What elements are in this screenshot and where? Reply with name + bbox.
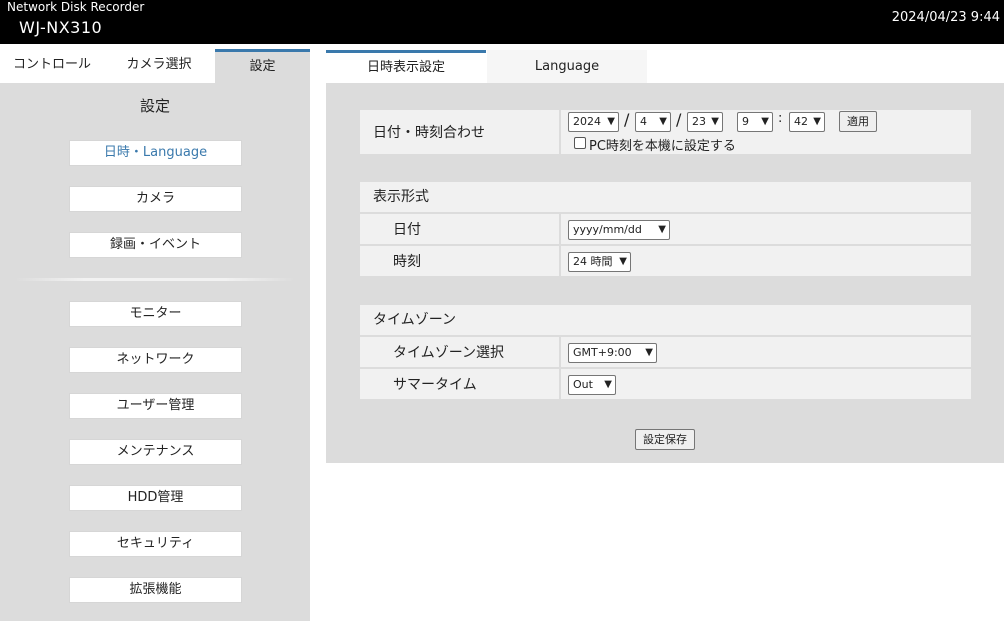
sidebar-item-maintenance[interactable]: メンテナンス — [69, 439, 242, 465]
apply-button[interactable]: 適用 — [839, 111, 877, 132]
date-format-value: yyyy/mm/dd — [573, 223, 642, 236]
chevron-down-icon: ▼ — [658, 224, 666, 235]
sidebar-item-extensions[interactable]: 拡張機能 — [69, 577, 242, 603]
settings-sidebar: 設定 日時・Language カメラ 録画・イベント モニター ネットワーク ユ… — [0, 83, 310, 621]
month-select[interactable]: 4 ▼ — [635, 112, 671, 132]
pc-time-label: PC時刻を本機に設定する — [589, 139, 736, 154]
sidebar-item-datetime-language[interactable]: 日時・Language — [69, 140, 242, 166]
datetime-adjust-row: 日付・時刻合わせ 2024 ▼ / 4 ▼ / 23 ▼ 9 ▼ : 42 ▼ … — [360, 110, 971, 154]
timezone-label: タイムゾーン選択 — [360, 337, 561, 367]
time-format-label: 時刻 — [360, 246, 561, 276]
pc-time-checkbox[interactable] — [574, 137, 586, 149]
model-name: WJ-NX310 — [19, 18, 103, 37]
sidebar-item-recording-event[interactable]: 録画・イベント — [69, 232, 242, 258]
tab-language[interactable]: Language — [487, 50, 647, 83]
dst-label: サマータイム — [360, 369, 561, 399]
tab-camera-select[interactable]: カメラ選択 — [104, 49, 214, 83]
sidebar-item-camera[interactable]: カメラ — [69, 186, 242, 212]
time-format-row: 時刻 24 時間 ▼ — [360, 246, 971, 276]
datetime-adjust-controls: 2024 ▼ / 4 ▼ / 23 ▼ 9 ▼ : 42 ▼ 適用 PC時刻を本… — [563, 110, 971, 154]
date-separator: / — [624, 110, 630, 129]
chevron-down-icon: ▼ — [711, 116, 719, 127]
chevron-down-icon: ▼ — [607, 116, 615, 127]
tab-settings[interactable]: 設定 — [215, 49, 310, 83]
chevron-down-icon: ▼ — [604, 379, 612, 390]
day-select[interactable]: 23 ▼ — [687, 112, 723, 132]
year-value: 2024 — [573, 115, 601, 128]
time-separator: : — [778, 111, 783, 126]
current-datetime: 2024/04/23 9:44 — [891, 10, 1000, 25]
time-format-value: 24 時間 — [573, 255, 613, 268]
chevron-down-icon: ▼ — [659, 116, 667, 127]
month-value: 4 — [640, 115, 647, 128]
sidebar-item-hdd-management[interactable]: HDD管理 — [69, 485, 242, 511]
main-tabs: コントロール カメラ選択 設定 — [0, 49, 310, 83]
datetime-adjust-label: 日付・時刻合わせ — [360, 110, 561, 154]
date-separator: / — [676, 110, 682, 129]
sidebar-divider — [15, 278, 295, 281]
tab-datetime-display[interactable]: 日時表示設定 — [326, 50, 486, 83]
dst-row: サマータイム Out ▼ — [360, 369, 971, 399]
product-subtitle: Network Disk Recorder — [7, 0, 145, 14]
timezone-value: GMT+9:00 — [573, 346, 632, 359]
year-select[interactable]: 2024 ▼ — [568, 112, 619, 132]
date-format-row: 日付 yyyy/mm/dd ▼ — [360, 214, 971, 244]
minute-select[interactable]: 42 ▼ — [789, 112, 825, 132]
hour-value: 9 — [742, 115, 749, 128]
time-format-select[interactable]: 24 時間 ▼ — [568, 252, 631, 272]
chevron-down-icon: ▼ — [761, 116, 769, 127]
sidebar-item-network[interactable]: ネットワーク — [69, 347, 242, 373]
chevron-down-icon: ▼ — [645, 347, 653, 358]
sidebar-item-monitor[interactable]: モニター — [69, 301, 242, 327]
dst-select[interactable]: Out ▼ — [568, 375, 616, 395]
day-value: 23 — [692, 115, 706, 128]
sidebar-item-user-management[interactable]: ユーザー管理 — [69, 393, 242, 419]
date-format-select[interactable]: yyyy/mm/dd ▼ — [568, 220, 670, 240]
hour-select[interactable]: 9 ▼ — [737, 112, 773, 132]
dst-value: Out — [573, 378, 593, 391]
timezone-select[interactable]: GMT+9:00 ▼ — [568, 343, 657, 363]
date-format-label: 日付 — [360, 214, 561, 244]
save-settings-button[interactable]: 設定保存 — [635, 429, 695, 450]
tab-control[interactable]: コントロール — [0, 49, 104, 83]
timezone-heading: タイムゾーン — [360, 305, 971, 335]
minute-value: 42 — [794, 115, 808, 128]
display-format-heading: 表示形式 — [360, 182, 971, 212]
app-header: Network Disk Recorder WJ-NX310 2024/04/2… — [0, 0, 1004, 44]
settings-panel: 日付・時刻合わせ 2024 ▼ / 4 ▼ / 23 ▼ 9 ▼ : 42 ▼ … — [326, 83, 1004, 463]
chevron-down-icon: ▼ — [619, 256, 627, 267]
sidebar-title: 設定 — [139, 97, 170, 115]
timezone-row: タイムゾーン選択 GMT+9:00 ▼ — [360, 337, 971, 367]
sidebar-item-security[interactable]: セキュリティ — [69, 531, 242, 557]
chevron-down-icon: ▼ — [813, 116, 821, 127]
